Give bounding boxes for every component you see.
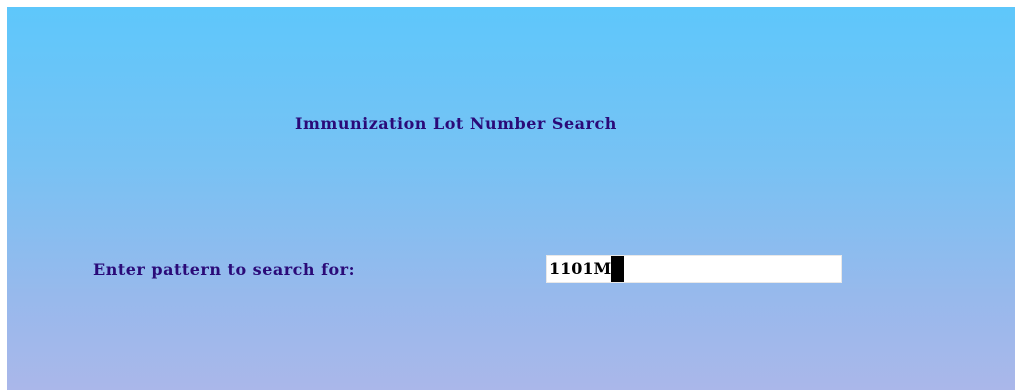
page-title: Immunization Lot Number Search — [295, 114, 617, 133]
search-prompt-label: Enter pattern to search for: — [93, 259, 355, 279]
text-cursor — [611, 256, 625, 282]
search-pattern-value: 1101M — [549, 259, 612, 278]
search-prompt-row: Enter pattern to search for: — [93, 255, 355, 283]
terminal-screen: Immunization Lot Number Search Enter pat… — [7, 7, 1015, 390]
search-pattern-input[interactable]: 1101M — [546, 255, 842, 283]
